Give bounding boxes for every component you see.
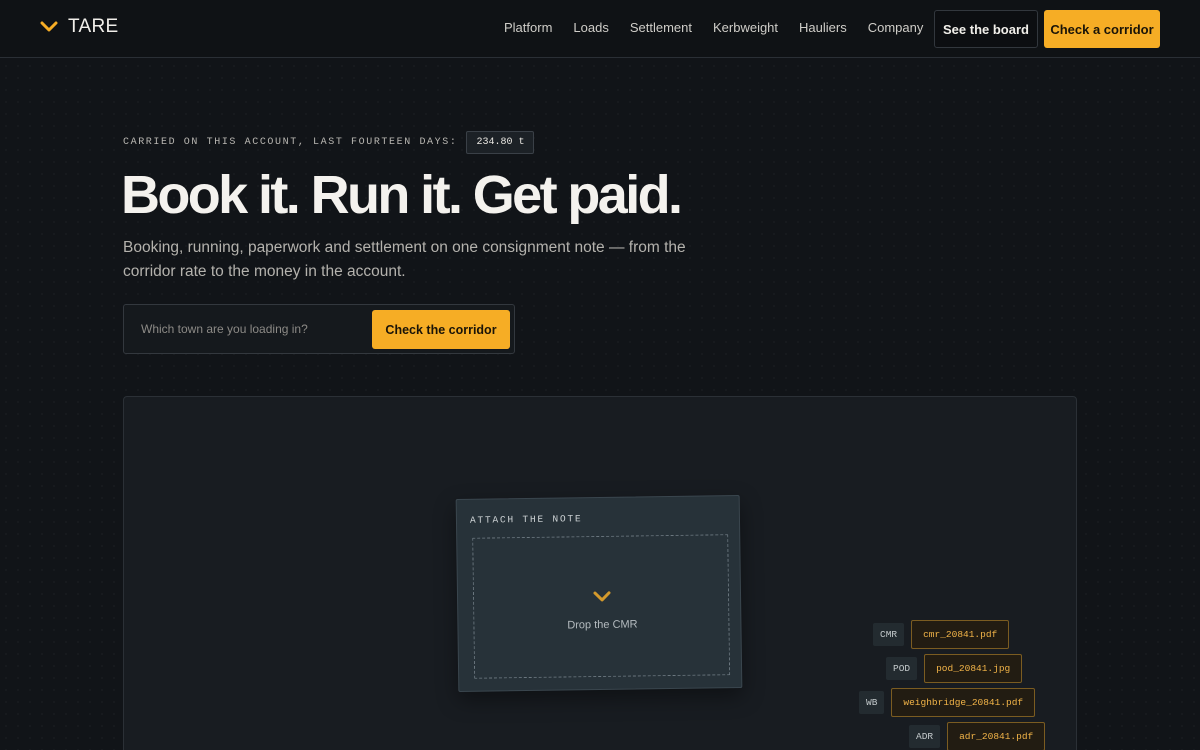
- check-a-corridor-button[interactable]: Check a corridor: [1044, 10, 1160, 48]
- file-chip[interactable]: cmr_20841.pdf: [911, 620, 1010, 649]
- cmr-dropzone[interactable]: Drop the CMR: [472, 534, 731, 679]
- tonnage-value: 234.80 t: [466, 131, 535, 154]
- tonnage-readout: CARRIED ON THIS ACCOUNT, LAST FOURTEEN D…: [123, 131, 535, 154]
- file-tag: CMR: [873, 623, 905, 646]
- nav-link-company[interactable]: Company: [868, 20, 924, 35]
- chevron-down-icon: [593, 591, 611, 602]
- file-row-adr: ADR adr_20841.pdf: [909, 722, 1046, 750]
- see-the-board-button[interactable]: See the board: [934, 10, 1038, 48]
- nav-links: Platform Loads Settlement Kerbweight Hau…: [504, 20, 944, 35]
- brand-logo[interactable]: TARE: [40, 16, 118, 38]
- file-tag: POD: [886, 657, 918, 680]
- dropzone-text: Drop the CMR: [567, 618, 638, 632]
- chevron-down-icon: [40, 21, 58, 32]
- nav-link-kerbweight[interactable]: Kerbweight: [713, 20, 778, 35]
- attach-note-label: ATTACH THE NOTE: [469, 513, 583, 526]
- nav-link-hauliers[interactable]: Hauliers: [799, 20, 847, 35]
- file-chip[interactable]: adr_20841.pdf: [947, 722, 1046, 750]
- nav-link-platform[interactable]: Platform: [504, 20, 552, 35]
- file-tag: WB: [859, 691, 885, 714]
- file-row-pod: POD pod_20841.jpg: [886, 654, 1023, 683]
- tonnage-label: CARRIED ON THIS ACCOUNT, LAST FOURTEEN D…: [123, 137, 458, 148]
- top-navigation: TARE Platform Loads Settlement Kerbweigh…: [0, 0, 1200, 58]
- file-row-cmr: CMR cmr_20841.pdf: [873, 620, 1010, 649]
- brand-name: TARE: [68, 16, 119, 37]
- file-tag: ADR: [909, 725, 941, 748]
- file-chip[interactable]: pod_20841.jpg: [924, 654, 1023, 683]
- file-chip[interactable]: weighbridge_20841.pdf: [891, 688, 1036, 717]
- nav-link-settlement[interactable]: Settlement: [630, 20, 692, 35]
- hero-subtitle: Booking, running, paperwork and settleme…: [123, 239, 686, 280]
- loading-town-input[interactable]: [124, 305, 364, 353]
- nav-link-loads[interactable]: Loads: [573, 20, 608, 35]
- file-row-wb: WB weighbridge_20841.pdf: [859, 688, 1036, 717]
- corridor-search-form: Check the corridor: [123, 304, 515, 354]
- attach-note-card: ATTACH THE NOTE Drop the CMR: [455, 495, 743, 692]
- check-the-corridor-button[interactable]: Check the corridor: [372, 310, 510, 349]
- page-title: Book it. Run it. Get paid.: [121, 165, 683, 225]
